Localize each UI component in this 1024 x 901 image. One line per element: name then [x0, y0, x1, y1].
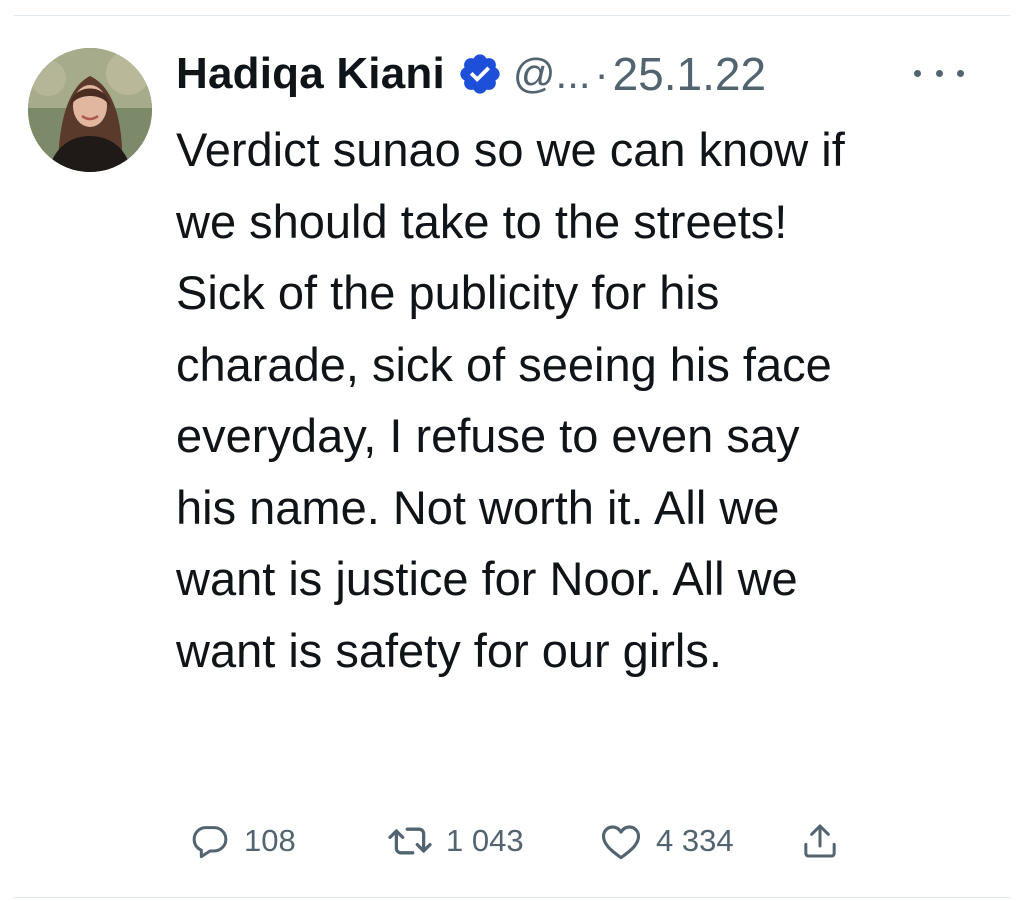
user-handle[interactable]: @... [513, 50, 591, 98]
like-count: 4 334 [656, 823, 734, 858]
avatar[interactable] [28, 48, 152, 172]
bottom-divider [14, 897, 1010, 898]
tweet-header: Hadiqa Kiani @... · 25.1.22 [176, 46, 766, 102]
like-button[interactable]: 4 334 [600, 818, 734, 864]
heart-icon [600, 821, 642, 861]
display-name[interactable]: Hadiqa Kiani [176, 49, 445, 99]
reply-count: 108 [244, 823, 296, 858]
more-horizontal-icon[interactable] [914, 58, 964, 88]
share-button[interactable] [800, 818, 840, 864]
action-bar: 108 1 043 4 334 [190, 818, 870, 864]
tweet-text-line: everyday, I refuse to even say [176, 409, 800, 462]
avatar-image [28, 48, 152, 172]
tweet-text: Verdict sunao so we can know if we shoul… [176, 114, 996, 686]
top-divider [14, 15, 1010, 16]
tweet-date[interactable]: 25.1.22 [613, 47, 766, 101]
tweet-text-line: want is safety for our girls. [176, 623, 722, 677]
separator-dot: · [594, 50, 609, 97]
tweet-card: Hadiqa Kiani @... · 25.1.22 Verdict suna… [0, 0, 1024, 901]
verified-badge-icon [457, 51, 503, 97]
retweet-icon [388, 821, 432, 861]
reply-icon [190, 821, 230, 861]
tweet-text-line: want is justice for Noor. All we [176, 552, 798, 605]
tweet-text-line: his name. Not worth it. All we [176, 480, 780, 534]
retweet-count: 1 043 [446, 823, 524, 858]
reply-button[interactable]: 108 [190, 818, 296, 864]
tweet-text-line: Verdict sunao so we can know if [176, 123, 845, 176]
tweet-text-line: we should take to the streets! [176, 194, 788, 248]
retweet-button[interactable]: 1 043 [388, 818, 524, 864]
tweet-text-line: charade, sick of seeing his face [176, 337, 832, 391]
tweet-text-line: Sick of the publicity for his [176, 266, 720, 319]
share-icon [800, 820, 840, 862]
